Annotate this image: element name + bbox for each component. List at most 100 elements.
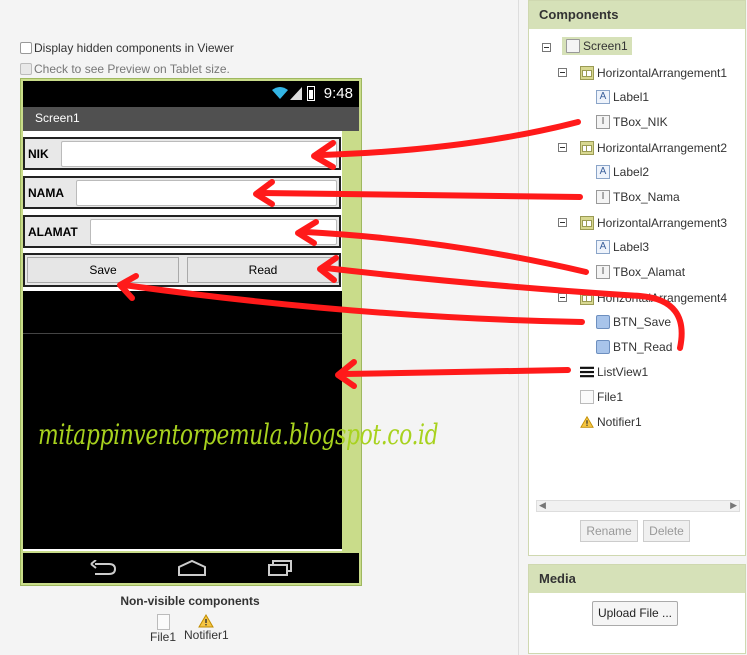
rename-button[interactable]: Rename — [580, 520, 638, 542]
tree-item-btn-save[interactable]: BTN_Save — [596, 315, 671, 329]
tree-label: Label3 — [613, 240, 650, 254]
horizontal-arrangement-icon — [580, 216, 594, 230]
tree-label: Label1 — [613, 90, 650, 104]
nama-label: NAMA — [28, 186, 64, 200]
tree-label: TBox_Nama — [613, 190, 680, 204]
tree-item-horizontalarrangement1[interactable]: HorizontalArrangement1 — [580, 66, 727, 80]
battery-icon — [307, 86, 315, 101]
non-visible-file1-label: File1 — [150, 630, 177, 644]
nik-textbox[interactable] — [61, 141, 337, 167]
collapse-ha2-toggle[interactable] — [558, 143, 567, 152]
label-icon: A — [596, 240, 610, 254]
listview-divider — [23, 333, 342, 334]
media-title: Media — [529, 565, 745, 593]
warning-icon — [198, 614, 215, 628]
upload-file-button[interactable]: Upload File ... — [592, 601, 678, 626]
tablet-preview-checkbox-row[interactable]: Check to see Preview on Tablet size. — [20, 62, 230, 76]
collapse-ha3-toggle[interactable] — [558, 218, 567, 227]
file-icon — [156, 614, 170, 630]
button-icon — [596, 315, 610, 329]
wifi-icon — [272, 87, 288, 99]
nik-label: NIK — [28, 147, 49, 161]
horizontal-arrangement-icon — [580, 66, 594, 80]
delete-button[interactable]: Delete — [643, 520, 690, 542]
horizontal-arrangement-icon — [580, 291, 594, 305]
display-hidden-checkbox-row[interactable]: Display hidden components in Viewer — [20, 41, 234, 55]
tree-label: Notifier1 — [597, 415, 642, 429]
non-visible-notifier1-label: Notifier1 — [184, 628, 229, 642]
collapse-ha4-toggle[interactable] — [558, 293, 567, 302]
display-hidden-checkbox[interactable] — [20, 42, 32, 54]
components-horizontal-scrollbar[interactable]: ◀ ▶ — [536, 500, 740, 512]
button-icon — [596, 340, 610, 354]
non-visible-file1[interactable]: File1 — [150, 614, 176, 644]
read-button[interactable]: Read — [187, 257, 339, 283]
tree-item-tbox-nik[interactable]: I TBox_NIK — [596, 115, 668, 129]
non-visible-title: Non-visible components — [120, 594, 260, 608]
tree-label: BTN_Save — [613, 315, 672, 329]
nik-row[interactable]: NIK — [23, 137, 341, 170]
watermark-text: mitappinventorpemula.blogspot.co.id — [38, 418, 439, 451]
tree-label: HorizontalArrangement1 — [597, 66, 728, 80]
phone-scroll-strip — [342, 131, 359, 551]
listview-icon — [580, 366, 594, 378]
tree-label: TBox_Alamat — [613, 265, 686, 279]
phone-status-bar: 9:48 — [23, 81, 359, 107]
nama-row[interactable]: NAMA — [23, 176, 341, 209]
horizontal-arrangement-icon — [580, 141, 594, 155]
tree-item-notifier1[interactable]: Notifier1 — [580, 415, 642, 429]
tree-label: HorizontalArrangement4 — [597, 291, 728, 305]
tree-label: File1 — [597, 390, 624, 404]
tree-item-label2[interactable]: A Label2 — [596, 165, 649, 179]
tree-item-tbox-alamat[interactable]: I TBox_Alamat — [596, 265, 685, 279]
screen-icon — [566, 39, 580, 53]
screen-title: Screen1 — [35, 111, 80, 125]
tree-item-tbox-nama[interactable]: I TBox_Nama — [596, 190, 680, 204]
status-time: 9:48 — [323, 85, 353, 102]
textbox-icon: I — [596, 265, 610, 279]
tree-item-label1[interactable]: A Label1 — [596, 90, 649, 104]
back-icon[interactable] — [89, 560, 117, 576]
textbox-icon: I — [596, 115, 610, 129]
tree-item-horizontalarrangement2[interactable]: HorizontalArrangement2 — [580, 141, 727, 155]
tree-label: Screen1 — [583, 39, 628, 53]
label-icon: A — [596, 90, 610, 104]
tree-item-screen1[interactable]: Screen1 — [562, 37, 632, 55]
screen-title-bar: Screen1 — [23, 107, 359, 131]
tree-item-listview1[interactable]: ListView1 — [580, 365, 648, 379]
alamat-label: ALAMAT — [28, 225, 78, 239]
button-row: Save Read — [23, 253, 341, 287]
display-hidden-label: Display hidden components in Viewer — [34, 41, 234, 55]
scroll-left-icon[interactable]: ◀ — [539, 500, 546, 511]
tree-label: HorizontalArrangement2 — [597, 141, 728, 155]
signal-icon — [290, 87, 302, 100]
tree-item-file1[interactable]: File1 — [580, 390, 623, 404]
tree-label: BTN_Read — [613, 340, 673, 354]
tablet-preview-label: Check to see Preview on Tablet size. — [34, 62, 230, 76]
scroll-right-icon[interactable]: ▶ — [730, 500, 737, 511]
tree-label: TBox_NIK — [613, 115, 668, 129]
tree-item-horizontalarrangement4[interactable]: HorizontalArrangement4 — [580, 291, 727, 305]
file-icon — [580, 390, 594, 404]
nama-textbox[interactable] — [76, 180, 337, 206]
tree-item-label3[interactable]: A Label3 — [596, 240, 649, 254]
home-icon[interactable] — [177, 559, 207, 577]
save-button[interactable]: Save — [27, 257, 179, 283]
components-title: Components — [529, 1, 745, 29]
alamat-textbox[interactable] — [90, 219, 337, 245]
tree-item-horizontalarrangement3[interactable]: HorizontalArrangement3 — [580, 216, 727, 230]
alamat-row[interactable]: ALAMAT — [23, 215, 341, 248]
label-icon: A — [596, 165, 610, 179]
tablet-preview-checkbox[interactable] — [20, 63, 32, 75]
non-visible-notifier1[interactable]: Notifier1 — [184, 614, 229, 642]
collapse-ha1-toggle[interactable] — [558, 68, 567, 77]
screen-content: NIK NAMA ALAMAT Save Read — [23, 131, 342, 551]
phone-nav-bar — [23, 553, 359, 583]
tree-label: HorizontalArrangement3 — [597, 216, 728, 230]
tree-label: ListView1 — [597, 365, 649, 379]
tree-item-btn-read[interactable]: BTN_Read — [596, 340, 672, 354]
warning-icon — [580, 415, 594, 428]
tree-label: Label2 — [613, 165, 650, 179]
recent-apps-icon[interactable] — [267, 560, 293, 576]
collapse-screen1-toggle[interactable] — [542, 43, 551, 52]
